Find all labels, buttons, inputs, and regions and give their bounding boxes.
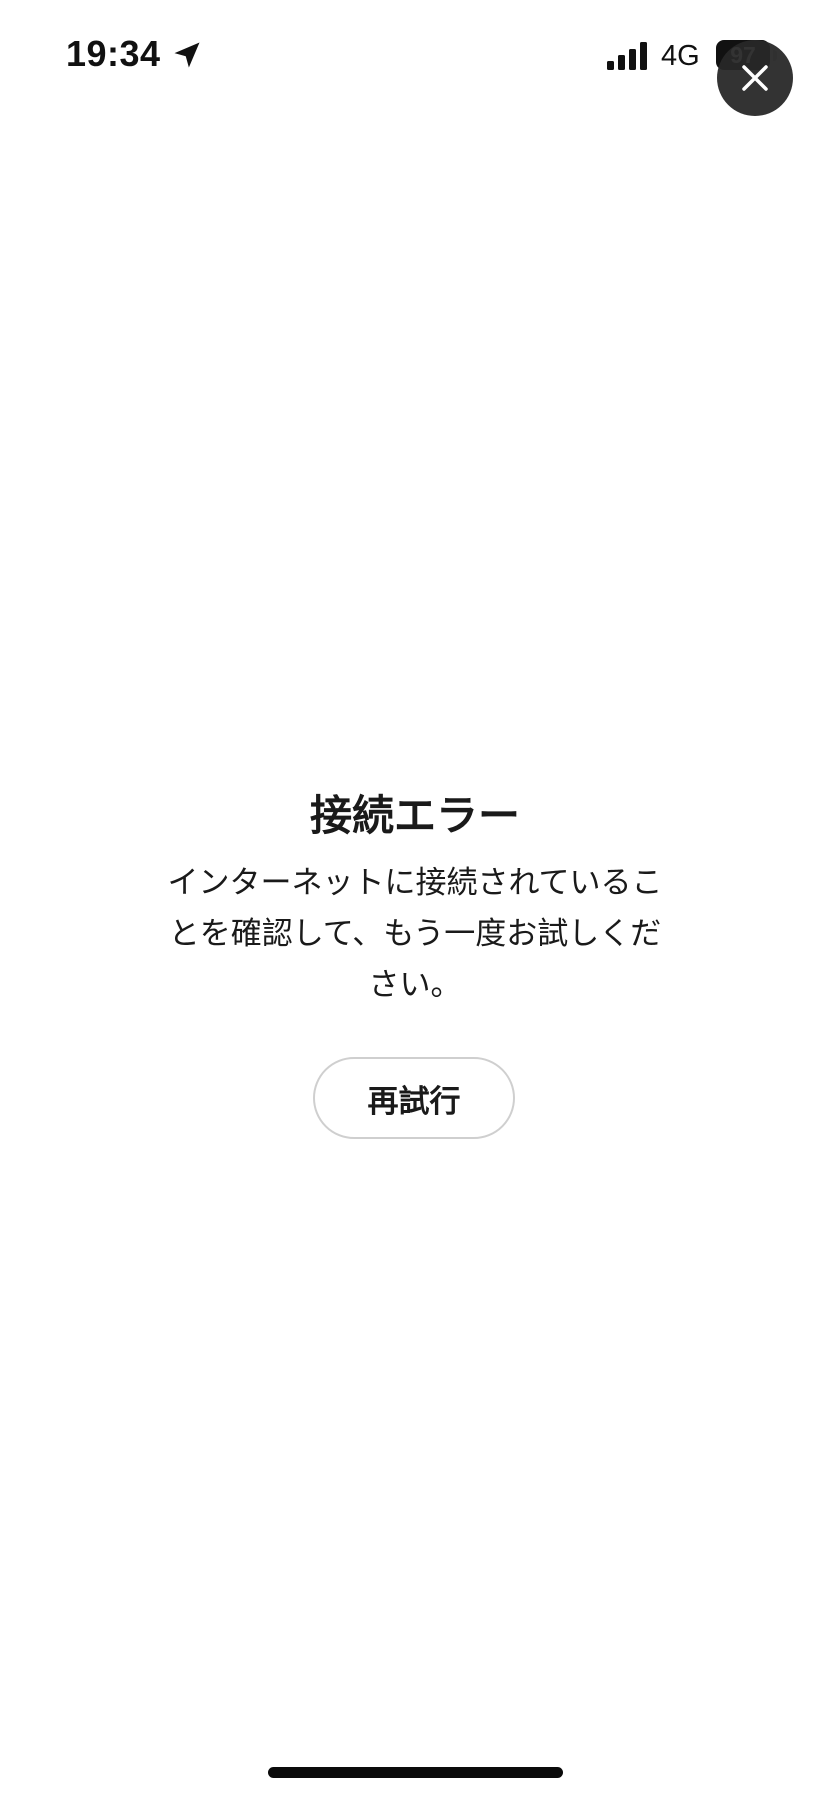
- status-time: 19:34: [66, 33, 161, 74]
- connection-error-panel: 接続エラー インターネットに接続されていることを確認して、もう一度お試しください…: [0, 788, 830, 1011]
- close-icon: [742, 65, 768, 91]
- error-message: インターネットに接続されていることを確認して、もう一度お試しください。: [167, 865, 663, 1003]
- status-bar: 19:34 4G 97: [0, 0, 830, 110]
- error-title: 接続エラー: [309, 791, 520, 840]
- home-indicator: [268, 1767, 563, 1778]
- location-arrow-icon: [174, 42, 200, 68]
- retry-button[interactable]: 再試行: [313, 1057, 515, 1139]
- network-type-label: 4G: [661, 40, 700, 72]
- cellular-signal-icon: [607, 42, 647, 70]
- close-button[interactable]: [717, 40, 793, 116]
